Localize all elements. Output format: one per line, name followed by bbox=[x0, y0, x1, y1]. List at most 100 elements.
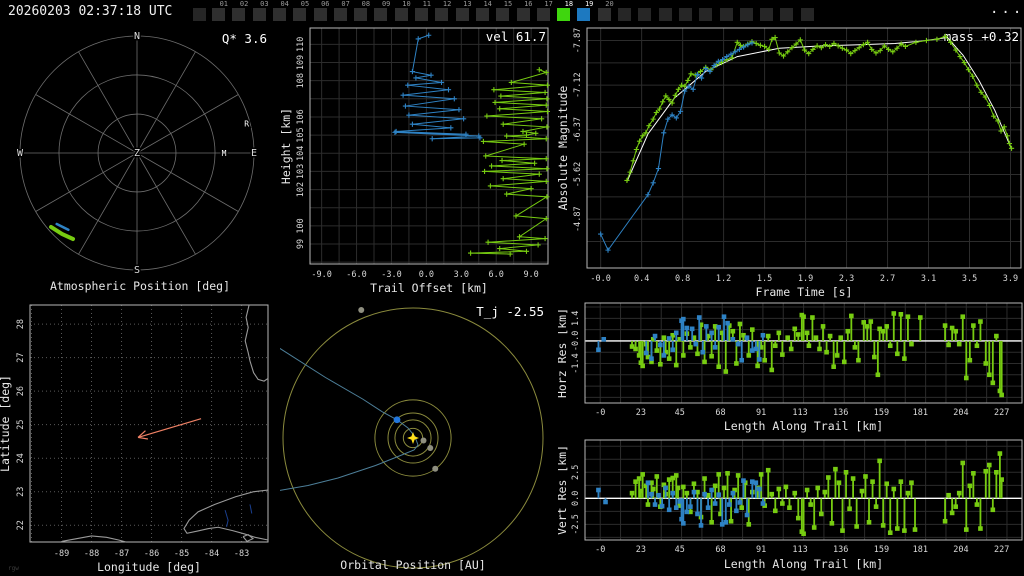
y-axis-label: Vert Res [km] bbox=[558, 445, 569, 535]
x-tick-label: 204 bbox=[953, 545, 968, 555]
frame-button-blank[interactable] bbox=[638, 8, 652, 21]
frame-button-19[interactable]: 19 bbox=[577, 1, 593, 21]
y-tick-label: 22 bbox=[16, 520, 26, 530]
y-tick-label: 103 bbox=[296, 164, 306, 179]
panel-title: Atmospheric Position [deg] bbox=[50, 279, 230, 293]
planet-dot bbox=[432, 465, 439, 472]
frame-button-13[interactable]: 13 bbox=[455, 1, 472, 21]
frame-button-06[interactable]: 06 bbox=[313, 1, 330, 21]
frame-button-blank[interactable] bbox=[699, 8, 713, 21]
zenith-label: Z bbox=[134, 148, 140, 159]
frame-button-20[interactable]: 20 bbox=[597, 1, 614, 21]
frame-number-label: 08 bbox=[361, 0, 371, 8]
frame-number-label: 03 bbox=[260, 0, 269, 8]
y-tick-label: 109 bbox=[296, 55, 306, 70]
frame-button-12[interactable]: 12 bbox=[435, 1, 451, 21]
frame-button-04[interactable]: 04 bbox=[272, 1, 289, 21]
compass-label-S: S bbox=[134, 265, 140, 276]
y-tick-label: 27 bbox=[16, 353, 26, 363]
x-tick-label: 3.9 bbox=[1003, 274, 1018, 284]
meteor-trail-blue bbox=[55, 222, 70, 232]
frame-number-label: 18 bbox=[564, 0, 574, 8]
y-tick-label: -7.12 bbox=[573, 72, 583, 98]
x-tick-label: -0 bbox=[595, 545, 605, 555]
planet-dot bbox=[358, 307, 365, 313]
earth-dot bbox=[393, 416, 401, 424]
frame-button-blank[interactable] bbox=[760, 8, 774, 21]
y-tick-label: -2.5 bbox=[571, 514, 581, 534]
frame-button-07[interactable]: 07 bbox=[333, 1, 350, 21]
x-tick-label: -83 bbox=[234, 549, 249, 559]
panel-ground-track: -89 -88 -87 -86 -85 -84 -83 22 23 24 25 26 27 28 Longi… bbox=[0, 300, 280, 576]
frame-button-03[interactable]: 03 bbox=[252, 1, 269, 21]
compass-label-E: E bbox=[251, 148, 257, 159]
frame-number-label: 16 bbox=[524, 0, 533, 8]
x-tick-label: 45 bbox=[675, 545, 685, 555]
frame-button-08[interactable]: 08 bbox=[354, 1, 370, 21]
x-tick-label: -87 bbox=[114, 549, 129, 559]
panel-trail-offset: -9.0 -6.0 -3.0 0.0 3.0 6.0 9.0 99 100 102 103 104 10… bbox=[280, 25, 558, 300]
y-axis-label: Absolute Magnitude bbox=[558, 86, 570, 211]
frame-button-11[interactable]: 11 bbox=[415, 1, 431, 21]
x-tick-label: 136 bbox=[833, 545, 848, 555]
frame-button-01[interactable]: 01 bbox=[212, 1, 228, 21]
frame-button-15[interactable]: 15 bbox=[496, 1, 512, 21]
y-tick-label: 105 bbox=[296, 127, 306, 142]
horz-green bbox=[629, 311, 1004, 398]
frame-button-blank[interactable] bbox=[800, 8, 814, 21]
x-tick-label: 227 bbox=[994, 408, 1009, 418]
x-tick-label: -88 bbox=[84, 549, 99, 559]
x-tick-label: 2.3 bbox=[839, 274, 854, 284]
frame-button-blank[interactable] bbox=[739, 8, 753, 21]
frame-button-18[interactable]: 18 bbox=[557, 1, 573, 21]
q-value-label: Q* 3.6 bbox=[222, 31, 267, 46]
y-tick-label: 108 bbox=[296, 73, 306, 88]
x-tick-label: 3.1 bbox=[921, 274, 936, 284]
x-tick-label: -3.0 bbox=[381, 270, 401, 280]
x-tick-label: 181 bbox=[913, 408, 928, 418]
frame-button-blank[interactable] bbox=[719, 8, 733, 21]
ground-track-map: -89 -88 -87 -86 -85 -84 -83 22 23 24 25 26 27 28 Longi… bbox=[0, 304, 269, 574]
overflow-menu-button[interactable]: ... bbox=[990, 1, 1024, 17]
x-tick-label: 1.2 bbox=[716, 274, 731, 284]
frame-number-label: 12 bbox=[442, 0, 452, 8]
frame-button-02[interactable]: 02 bbox=[232, 1, 248, 21]
lightcurve-blue bbox=[598, 40, 755, 253]
frame-button-blank[interactable] bbox=[678, 8, 692, 21]
y-tick-label: 102 bbox=[296, 182, 306, 197]
y-tick-label: 23 bbox=[16, 487, 26, 497]
x-tick-label: -0.0 bbox=[590, 274, 610, 284]
horz-res-plot: -0 23 45 68 91 113 136 159 181 204 227 1.4 -0.0 -1.4 L… bbox=[558, 302, 1023, 433]
x-tick-label: 1.5 bbox=[757, 274, 772, 284]
frame-number-label: 06 bbox=[321, 0, 330, 8]
frame-button-10[interactable]: 10 bbox=[394, 1, 411, 21]
magnitude-plot: -0.0 0.4 0.8 1.2 1.5 1.9 2.3 2.7 3.1 3.5 3.9 -7.87 -… bbox=[558, 27, 1022, 299]
x-tick-label: 91 bbox=[756, 545, 766, 555]
frame-number-label: 07 bbox=[341, 0, 350, 8]
x-tick-label: 159 bbox=[874, 545, 889, 555]
y-tick-label: 28 bbox=[16, 319, 26, 329]
frame-button-blank[interactable] bbox=[193, 8, 206, 21]
frame-button-14[interactable]: 14 bbox=[475, 1, 492, 21]
y-tick-label: 100 bbox=[296, 218, 306, 233]
ground-track-arrow bbox=[137, 418, 202, 440]
y-tick-label: -4.87 bbox=[573, 206, 583, 232]
frame-button-blank[interactable] bbox=[658, 8, 672, 21]
frame-button-05[interactable]: 05 bbox=[293, 1, 309, 21]
x-axis-label: Length Along Trail [km] bbox=[724, 557, 883, 571]
frame-button-blank[interactable] bbox=[780, 8, 794, 21]
panel-atmospheric-position: N E S W Z R M Q* 3.6 Atmospheric Position [deg] bbox=[0, 25, 280, 300]
frame-button-blank[interactable] bbox=[618, 8, 631, 21]
tisserand-label: T_j -2.55 bbox=[476, 304, 544, 319]
frame-number-label: 15 bbox=[503, 0, 513, 8]
x-tick-label: 113 bbox=[792, 408, 807, 418]
frame-button-09[interactable]: 09 bbox=[374, 1, 390, 21]
panel-horz-res: -0 23 45 68 91 113 136 159 181 204 227 1.4 -0.0 -1.4 L… bbox=[558, 300, 1024, 435]
compass-label-W: W bbox=[17, 148, 24, 159]
x-axis-label: Length Along Trail [km] bbox=[724, 419, 883, 433]
frame-button-17[interactable]: 17 bbox=[536, 1, 553, 21]
x-tick-label: 3.0 bbox=[454, 270, 469, 280]
frame-button-16[interactable]: 16 bbox=[516, 1, 533, 21]
y-axis-label: Horz Res [km] bbox=[558, 308, 569, 398]
x-tick-label: -89 bbox=[54, 549, 69, 559]
